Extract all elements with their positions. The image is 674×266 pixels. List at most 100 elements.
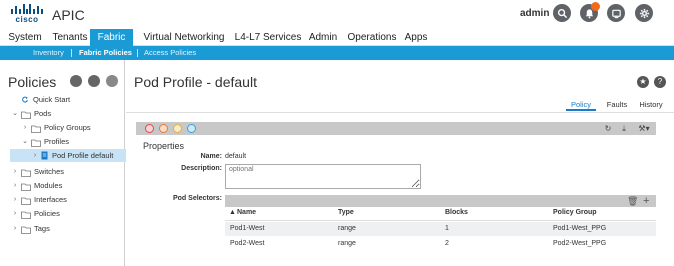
sort-ascending-icon[interactable]: ▲ bbox=[229, 209, 236, 216]
tab-l4-l7-services[interactable]: L4-L7 Services bbox=[233, 29, 303, 46]
tree-item-label: Tags bbox=[34, 224, 50, 233]
minor-fault-icon[interactable] bbox=[173, 124, 182, 133]
tree-item-quick-start[interactable]: Quick Start bbox=[20, 93, 70, 106]
chevron-right-icon[interactable]: › bbox=[12, 168, 18, 176]
tree-item-label: Modules bbox=[34, 181, 63, 190]
panel-title: Policies bbox=[8, 74, 57, 90]
chevron-right-icon[interactable]: › bbox=[12, 210, 18, 218]
folder-icon bbox=[21, 110, 31, 119]
description-label: Description: bbox=[181, 165, 222, 172]
search-icon bbox=[557, 8, 567, 18]
table-row[interactable]: Pod1-West range 1 Pod1-West_PPG bbox=[225, 222, 656, 236]
tab-virtual-networking[interactable]: Virtual Networking bbox=[139, 29, 229, 46]
tab-policy[interactable]: Policy bbox=[566, 98, 596, 111]
tree-filter-icon[interactable] bbox=[70, 75, 82, 87]
cell-name: Pod1-West bbox=[230, 225, 265, 232]
settings-button[interactable] bbox=[635, 4, 653, 22]
subnav-divider bbox=[71, 49, 72, 57]
chevron-right-icon[interactable]: › bbox=[22, 124, 28, 132]
help-icon[interactable]: ? bbox=[654, 76, 666, 88]
tab-history[interactable]: History bbox=[636, 98, 666, 111]
pod-selectors-toolbar: 🗑 + bbox=[225, 195, 656, 207]
description-field[interactable] bbox=[225, 164, 421, 189]
subtab-inventory[interactable]: Inventory bbox=[33, 46, 64, 60]
tree-item-label: Profiles bbox=[44, 137, 70, 146]
tree-item-label: Policy Groups bbox=[44, 123, 91, 132]
tree-item-label: Quick Start bbox=[33, 95, 71, 104]
column-header-blocks[interactable]: Blocks bbox=[445, 209, 468, 216]
tree-item-profiles[interactable]: ⌄ Profiles bbox=[22, 135, 69, 148]
top-header: cisco APIC admin bbox=[0, 0, 674, 29]
user-name[interactable]: admin bbox=[520, 8, 549, 19]
tab-tenants[interactable]: Tenants bbox=[50, 29, 90, 46]
cell-type: range bbox=[338, 240, 356, 247]
subnav-divider bbox=[137, 49, 138, 57]
main-nav: System Tenants Fabric Virtual Networking… bbox=[0, 29, 674, 46]
favorite-icon[interactable]: ★ bbox=[637, 76, 649, 88]
table-row[interactable]: Pod2-West range 2 Pod2-West_PPG bbox=[225, 237, 656, 251]
tree-item-policy-groups[interactable]: › Policy Groups bbox=[22, 121, 91, 134]
tree-item-label: Switches bbox=[34, 167, 65, 176]
logo-text: cisco bbox=[15, 15, 39, 24]
major-fault-icon[interactable] bbox=[159, 124, 168, 133]
cisco-logo: cisco bbox=[8, 4, 46, 26]
notification-badge bbox=[591, 2, 600, 11]
tab-divider bbox=[126, 112, 674, 113]
cell-blocks: 2 bbox=[445, 240, 449, 247]
page-title: Pod Profile - default bbox=[134, 74, 257, 90]
folder-icon bbox=[21, 225, 31, 234]
search-button[interactable] bbox=[553, 4, 571, 22]
folder-icon bbox=[31, 124, 41, 133]
tree-item-policies[interactable]: › Policies bbox=[12, 207, 60, 220]
subtab-fabric-policies[interactable]: Fabric Policies bbox=[79, 46, 132, 60]
tab-apps[interactable]: Apps bbox=[403, 29, 429, 46]
name-value: default bbox=[225, 153, 247, 160]
action-toolbar: ↻ ⤓ ⚒▾ bbox=[136, 122, 656, 135]
chevron-right-icon[interactable]: › bbox=[12, 182, 18, 190]
cell-type: range bbox=[338, 225, 356, 232]
refresh-icon[interactable]: ↻ bbox=[603, 124, 613, 133]
tree-list-icon[interactable] bbox=[88, 75, 100, 87]
tools-dropdown-icon[interactable]: ⚒▾ bbox=[636, 124, 652, 133]
folder-icon bbox=[21, 210, 31, 219]
tab-faults[interactable]: Faults bbox=[602, 98, 632, 111]
tab-system[interactable]: System bbox=[4, 29, 46, 46]
column-header-policy-group[interactable]: Policy Group bbox=[553, 209, 597, 216]
tree-item-label: Pod Profile default bbox=[52, 151, 114, 160]
critical-fault-icon[interactable] bbox=[145, 124, 154, 133]
tools-icon bbox=[611, 9, 621, 18]
tree-item-label: Policies bbox=[34, 209, 60, 218]
left-navigation-panel: Policies Quick Start ⌄ Pods › Policy Gro… bbox=[0, 60, 130, 266]
tree-item-switches[interactable]: › Switches bbox=[12, 165, 64, 178]
trash-icon[interactable]: 🗑 bbox=[627, 196, 638, 206]
column-header-type[interactable]: Type bbox=[338, 209, 354, 216]
chevron-down-icon[interactable]: ⌄ bbox=[12, 110, 18, 118]
folder-icon bbox=[31, 138, 41, 147]
tab-admin[interactable]: Admin bbox=[306, 29, 340, 46]
tree-item-pods[interactable]: ⌄ Pods bbox=[12, 107, 51, 120]
cisco-bars-icon bbox=[11, 4, 43, 14]
subtab-access-policies[interactable]: Access Policies bbox=[144, 46, 196, 60]
tree-item-interfaces[interactable]: › Interfaces bbox=[12, 193, 67, 206]
tab-operations[interactable]: Operations bbox=[345, 29, 399, 46]
properties-heading: Properties bbox=[143, 141, 185, 151]
cell-blocks: 1 bbox=[445, 225, 449, 232]
tools-button[interactable] bbox=[607, 4, 625, 22]
alerts-button[interactable] bbox=[580, 2, 600, 22]
folder-icon bbox=[21, 182, 31, 191]
chevron-right-icon[interactable]: › bbox=[12, 196, 18, 204]
warning-fault-icon[interactable] bbox=[187, 124, 196, 133]
chevron-right-icon[interactable]: › bbox=[32, 152, 38, 160]
quick-start-icon bbox=[22, 96, 28, 103]
chevron-right-icon[interactable]: › bbox=[12, 225, 18, 233]
tree-refresh-icon[interactable] bbox=[106, 75, 118, 87]
cell-name: Pod2-West bbox=[230, 240, 265, 247]
chevron-down-icon[interactable]: ⌄ bbox=[22, 138, 28, 146]
column-header-name[interactable]: Name bbox=[237, 209, 256, 216]
tree-item-pod-profile-default[interactable]: › Pod Profile default bbox=[10, 149, 130, 162]
tree-item-tags[interactable]: › Tags bbox=[12, 222, 50, 235]
tree-item-modules[interactable]: › Modules bbox=[12, 179, 62, 192]
add-icon[interactable]: + bbox=[643, 196, 649, 207]
tab-fabric[interactable]: Fabric bbox=[90, 29, 133, 46]
download-icon[interactable]: ⤓ bbox=[619, 124, 629, 133]
